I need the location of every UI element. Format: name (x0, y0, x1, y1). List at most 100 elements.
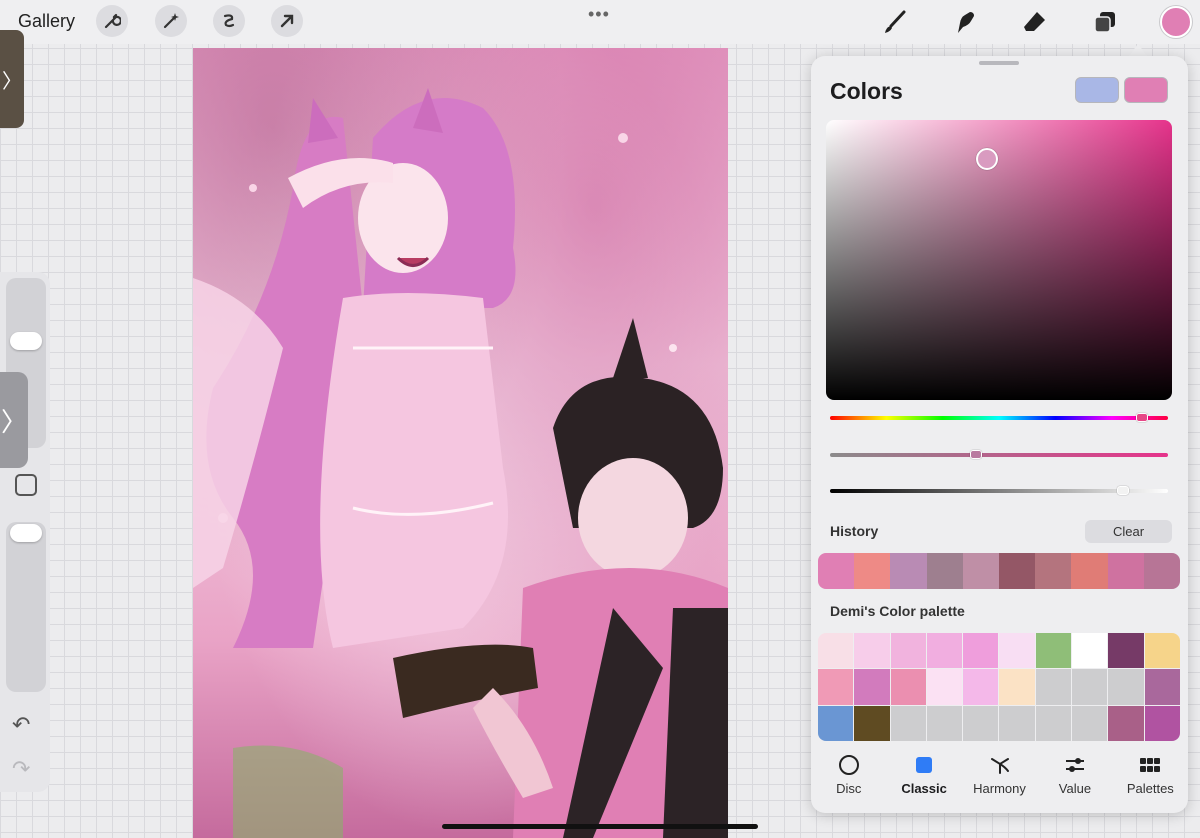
selection-icon[interactable] (213, 5, 245, 37)
palette-swatch[interactable] (854, 669, 890, 705)
history-swatch[interactable] (1035, 553, 1072, 589)
sliders-icon (1064, 753, 1086, 777)
palette-swatch[interactable] (1035, 633, 1072, 669)
opacity-knob[interactable] (10, 524, 42, 542)
tab-label: Classic (901, 781, 947, 796)
palette-swatch[interactable] (1072, 705, 1108, 741)
history-swatch[interactable] (1107, 553, 1144, 589)
palette-swatch[interactable] (1108, 633, 1144, 669)
tab-harmony[interactable]: Harmony (962, 753, 1037, 803)
palette-swatch[interactable] (999, 669, 1035, 705)
palette-swatch[interactable] (890, 633, 926, 669)
sidebar-toggle-top[interactable]: 〉 (0, 30, 24, 128)
history-swatch[interactable] (854, 553, 891, 589)
palette-swatch[interactable] (1072, 633, 1108, 669)
classic-square-icon (913, 753, 935, 777)
palette-swatch[interactable] (963, 705, 999, 741)
tab-label: Harmony (973, 781, 1026, 796)
harmony-icon (989, 753, 1011, 777)
saturation-slider[interactable] (830, 450, 1168, 459)
palette-swatch[interactable] (963, 633, 999, 669)
top-toolbar: Gallery ••• (0, 0, 1200, 44)
palette-label: Demi's Color palette (830, 603, 965, 619)
history-swatch[interactable] (890, 553, 927, 589)
palette-swatch[interactable] (818, 633, 854, 669)
palette-swatch[interactable] (1072, 669, 1108, 705)
tab-label: Palettes (1126, 781, 1174, 796)
hue-slider[interactable] (830, 413, 1168, 422)
palette-swatch[interactable] (926, 705, 963, 741)
chevron-right-icon: 〉 (0, 406, 27, 437)
palette-swatch[interactable] (818, 705, 854, 741)
color-mode-tabs: Disc Classic Harmony Value Palettes (811, 753, 1188, 803)
panel-grabber[interactable] (979, 61, 1019, 65)
palette-swatch[interactable] (890, 669, 926, 705)
undo-icon[interactable]: ↶ (12, 712, 30, 738)
saturation-slider-thumb[interactable] (970, 450, 983, 459)
gallery-button[interactable]: Gallery (18, 11, 75, 32)
opacity-slider[interactable] (6, 522, 46, 692)
palettes-grid-icon (1139, 753, 1161, 777)
layers-icon[interactable] (1090, 7, 1120, 37)
color-palette-grid (818, 633, 1180, 741)
brush-icon[interactable] (880, 7, 910, 37)
home-indicator (442, 824, 758, 829)
magic-wand-icon[interactable] (155, 5, 187, 37)
wrench-icon[interactable] (96, 5, 128, 37)
colors-panel: Colors History Clear Demi's Color palett… (811, 56, 1188, 813)
artwork-illustration (193, 88, 728, 838)
palette-swatch[interactable] (1108, 669, 1144, 705)
history-swatch[interactable] (818, 553, 855, 589)
palette-swatch[interactable] (999, 633, 1035, 669)
palette-swatch[interactable] (1144, 669, 1180, 705)
history-label: History (830, 523, 879, 539)
history-swatch[interactable] (999, 553, 1036, 589)
modifier-button[interactable] (15, 474, 37, 496)
left-sidebar: ↶ ↷ (0, 272, 50, 792)
palette-swatch[interactable] (854, 705, 890, 741)
palette-swatch[interactable] (1108, 705, 1144, 741)
tab-palettes[interactable]: Palettes (1113, 753, 1188, 803)
clear-history-button[interactable]: Clear (1085, 520, 1172, 543)
disc-icon (838, 753, 860, 777)
panel-title: Colors (830, 78, 903, 104)
color-picker-cursor[interactable] (976, 148, 998, 170)
tab-classic[interactable]: Classic (886, 753, 961, 803)
palette-swatch[interactable] (1144, 705, 1180, 741)
brightness-slider[interactable] (830, 486, 1168, 495)
eraser-icon[interactable] (1020, 7, 1050, 37)
palette-swatch[interactable] (818, 669, 854, 705)
history-swatch[interactable] (1071, 553, 1108, 589)
artwork-canvas[interactable] (193, 48, 728, 838)
chevron-right-icon: 〉 (2, 70, 22, 93)
history-swatch[interactable] (962, 553, 1000, 589)
tab-label: Value (1058, 781, 1092, 796)
brush-size-knob[interactable] (10, 332, 42, 350)
tab-value[interactable]: Value (1037, 753, 1112, 803)
transform-arrow-icon[interactable] (271, 5, 303, 37)
palette-swatch[interactable] (1035, 669, 1072, 705)
current-color-button[interactable] (1160, 6, 1192, 38)
hue-slider-thumb[interactable] (1136, 413, 1149, 422)
palette-swatch[interactable] (1035, 705, 1072, 741)
palette-swatch[interactable] (963, 669, 999, 705)
smudge-icon[interactable] (950, 7, 980, 37)
primary-color-swatch[interactable] (1075, 77, 1119, 103)
palette-swatch[interactable] (854, 633, 890, 669)
history-swatch[interactable] (1143, 553, 1180, 589)
secondary-color-swatch[interactable] (1124, 77, 1168, 103)
tab-disc[interactable]: Disc (811, 753, 886, 803)
redo-icon[interactable]: ↷ (12, 756, 30, 782)
more-options-icon[interactable]: ••• (588, 4, 610, 25)
sidebar-toggle-middle[interactable]: 〉 (0, 372, 28, 468)
palette-swatch[interactable] (1144, 633, 1180, 669)
tab-label: Disc (836, 781, 862, 796)
palette-swatch[interactable] (926, 669, 963, 705)
palette-swatch[interactable] (999, 705, 1035, 741)
palette-swatch[interactable] (926, 633, 963, 669)
history-swatches (818, 553, 1180, 589)
history-swatch[interactable] (926, 553, 963, 589)
brightness-slider-thumb[interactable] (1116, 486, 1129, 495)
palette-swatch[interactable] (890, 705, 926, 741)
saturation-brightness-picker[interactable] (826, 120, 1172, 400)
